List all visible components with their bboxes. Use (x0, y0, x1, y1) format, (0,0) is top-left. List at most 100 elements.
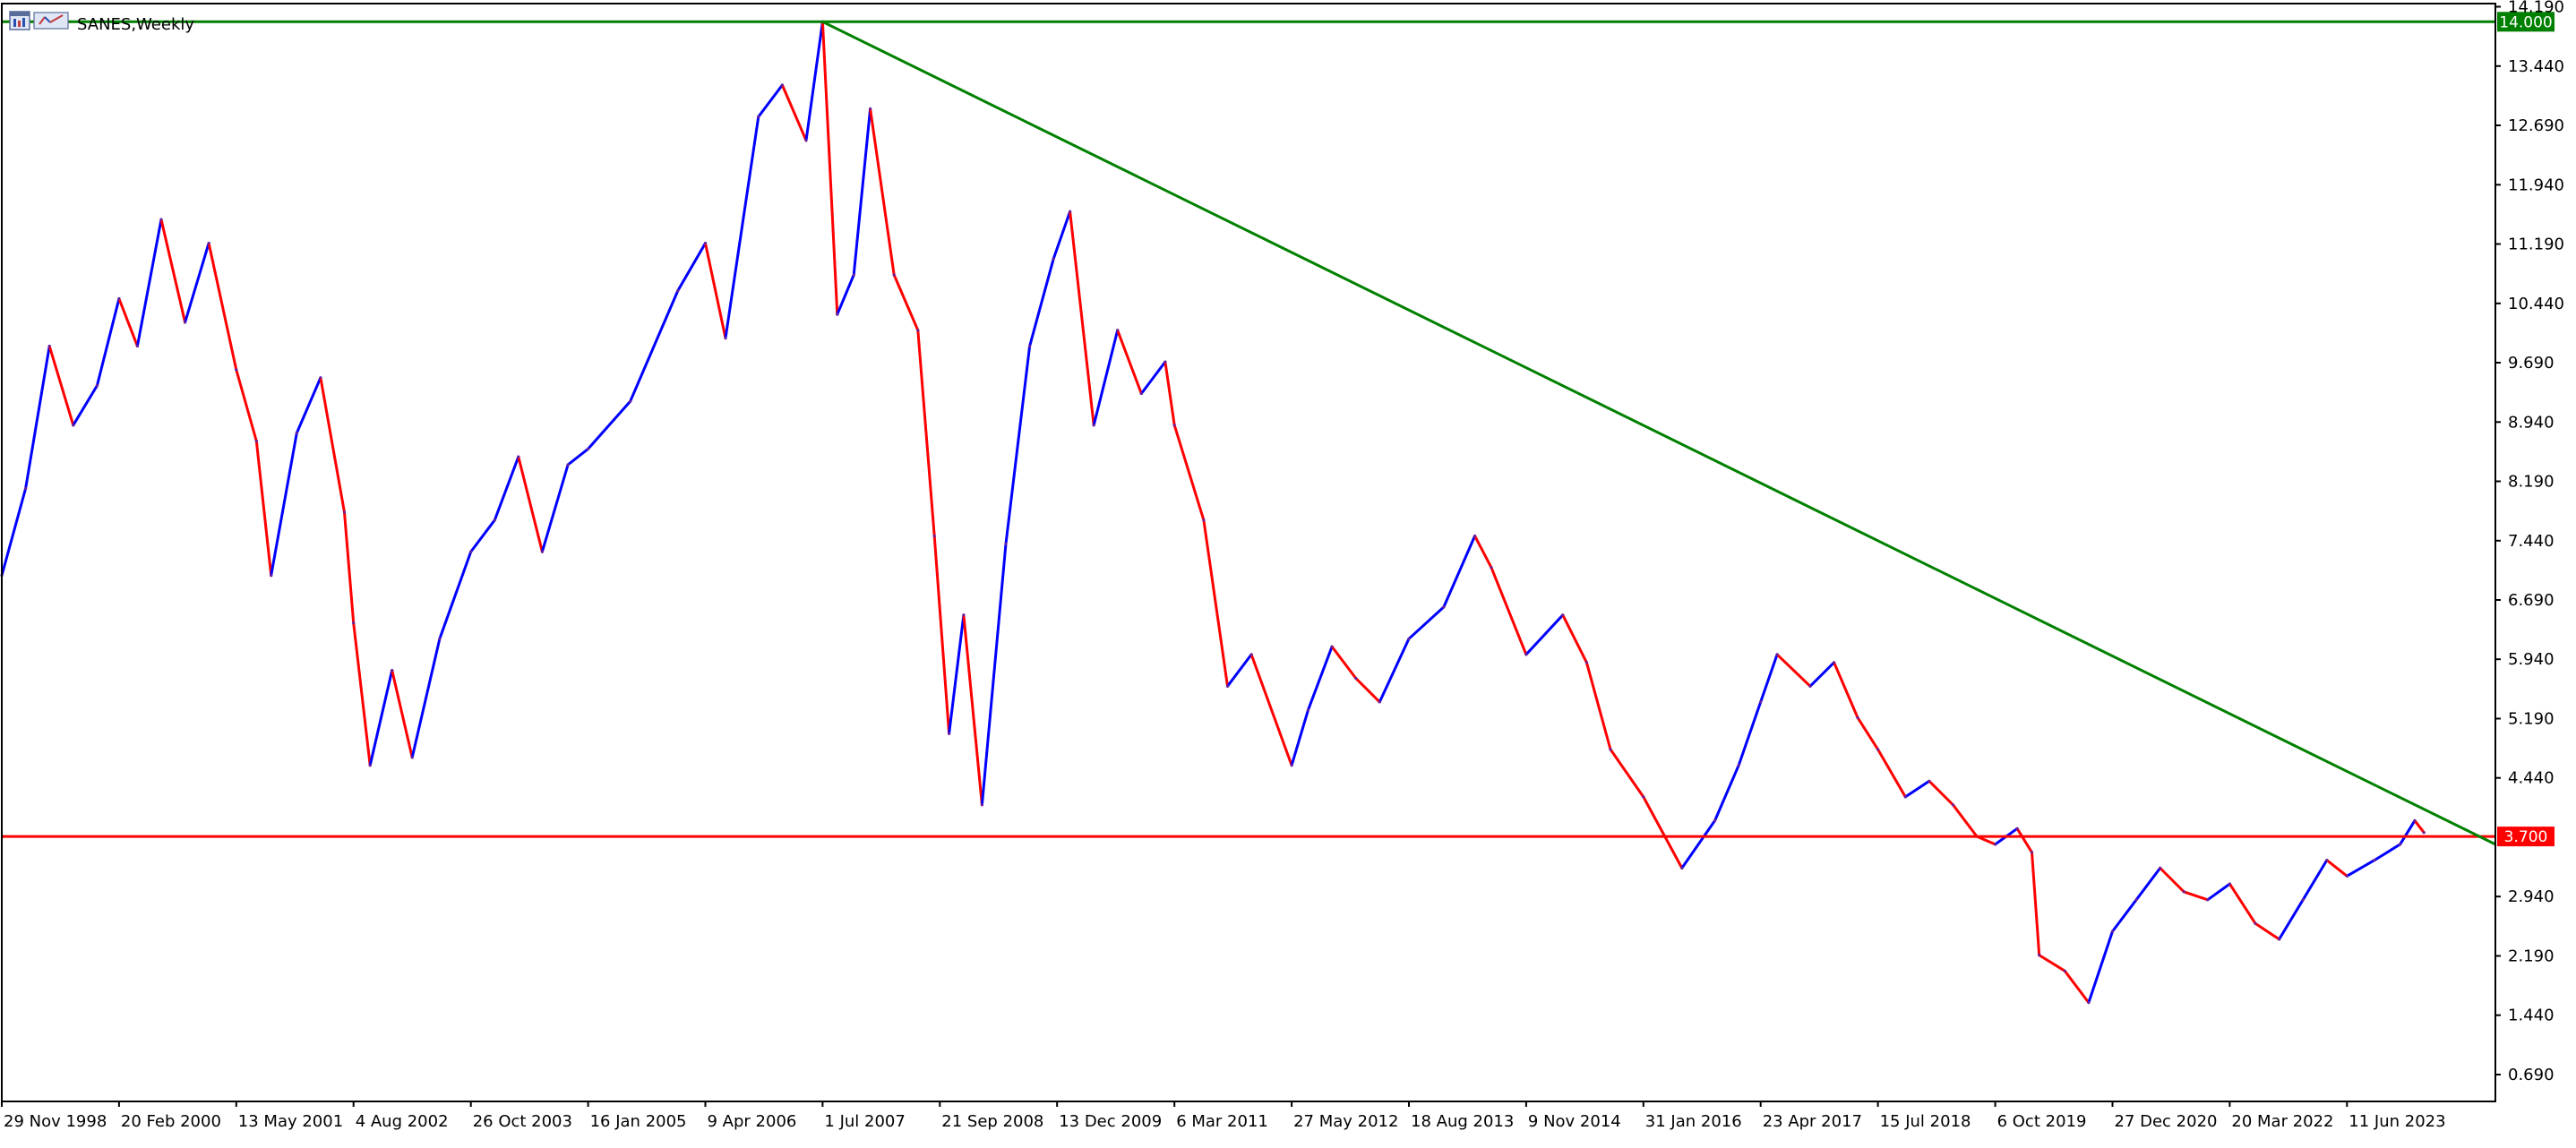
y-tick-label: 14.190 (2508, 0, 2564, 17)
price-point (962, 613, 966, 617)
level-tag-label: 3.700 (2504, 828, 2548, 846)
price-point (1306, 708, 1310, 712)
price-point (1378, 700, 1381, 704)
price-point (2413, 818, 2417, 823)
price-point (1775, 653, 1779, 656)
x-tick-label: 13 Dec 2009 (1059, 1112, 1162, 1131)
price-point (1609, 748, 1612, 751)
price-point (95, 384, 99, 388)
price-point (24, 486, 28, 491)
price-point (2345, 874, 2348, 878)
price-point (493, 518, 496, 522)
x-tick-label: 20 Feb 2000 (121, 1112, 221, 1131)
price-point (540, 550, 545, 553)
price-point (1202, 518, 1206, 522)
y-tick-label: 2.190 (2508, 947, 2555, 966)
x-tick-label: 15 Jul 2018 (1880, 1112, 1971, 1131)
x-tick-label: 21 Sep 2008 (941, 1112, 1043, 1131)
x-tick-label: 20 Mar 2022 (2231, 1112, 2333, 1131)
price-point (1584, 661, 1588, 664)
price-point (948, 732, 951, 735)
price-point (517, 455, 520, 458)
price-point (1473, 534, 1477, 538)
price-point (1069, 210, 1072, 213)
price-point (780, 83, 785, 87)
price-point (1994, 843, 1997, 846)
price-point (117, 296, 121, 301)
price-point (2206, 898, 2210, 902)
price-point (2254, 921, 2257, 925)
x-tick-label: 9 Apr 2006 (708, 1112, 797, 1131)
price-point (1052, 257, 1055, 261)
y-tick-label: 6.690 (2508, 591, 2555, 610)
x-tick-label: 27 Dec 2020 (2115, 1112, 2218, 1131)
y-tick-label: 4.440 (2508, 769, 2555, 788)
price-point (1561, 613, 1565, 617)
price-point (2110, 930, 2115, 933)
x-tick-label: 1 Jul 2007 (824, 1112, 905, 1131)
y-tick-label: 8.190 (2508, 473, 2555, 492)
price-point (2228, 882, 2231, 886)
x-tick-label: 6 Mar 2011 (1176, 1112, 1268, 1131)
price-point (1028, 344, 1032, 348)
x-tick-label: 31 Jan 2016 (1645, 1112, 1742, 1131)
price-point (852, 273, 855, 277)
price-point (2087, 1001, 2091, 1005)
price-point (676, 289, 680, 293)
x-tick-label: 18 Aug 2013 (1411, 1112, 1514, 1131)
y-tick-label: 2.940 (2508, 887, 2555, 906)
price-chart[interactable]: 14.0003.700 14.19013.44012.69011.94011.1… (0, 0, 2576, 1148)
price-point (1490, 566, 1493, 570)
x-tick-label: 6 Oct 2019 (1997, 1112, 2087, 1131)
price-point (1524, 653, 1528, 656)
price-point (1903, 795, 1907, 799)
price-point (47, 344, 51, 348)
x-tick-label: 26 Oct 2003 (473, 1112, 572, 1131)
price-point (1116, 329, 1120, 332)
price-point (1713, 818, 1717, 823)
x-tick-label: 9 Nov 2014 (1528, 1112, 1621, 1131)
price-point (1856, 716, 1859, 720)
y-tick-label: 11.940 (2508, 176, 2564, 194)
chart-title: SANES,Weekly (77, 15, 194, 34)
price-point (566, 463, 570, 467)
price-point (1833, 661, 1836, 664)
price-point (1172, 424, 1176, 427)
chart-window-icon[interactable] (9, 11, 69, 30)
price-point (2325, 859, 2329, 862)
price-point (1407, 637, 1411, 640)
price-point (2399, 843, 2402, 846)
price-point (1642, 795, 1645, 799)
price-point (235, 368, 238, 372)
price-point (1442, 605, 1446, 609)
price-point (2301, 898, 2305, 902)
price-point (1951, 803, 1955, 807)
price-point (184, 321, 187, 324)
price-point (1092, 424, 1095, 427)
price-point (1928, 779, 1931, 783)
price-point (2278, 938, 2281, 941)
x-tick-label: 23 Apr 2017 (1763, 1112, 1862, 1131)
price-point (2422, 831, 2426, 835)
price-point (1759, 700, 1763, 704)
price-point (2182, 890, 2185, 894)
price-point (836, 313, 839, 316)
price-point (1330, 645, 1334, 648)
price-point (2159, 866, 2162, 870)
y-tick-label: 5.940 (2508, 650, 2555, 669)
price-point (2038, 954, 2041, 957)
price-point (2030, 851, 2034, 854)
price-point (2373, 859, 2376, 862)
price-point (1808, 684, 1812, 688)
price-point (1163, 360, 1167, 364)
price-point (916, 329, 920, 332)
price-point (368, 764, 372, 767)
price-point (2015, 827, 2019, 830)
x-tick-label: 27 May 2012 (1293, 1112, 1398, 1131)
price-point (438, 637, 442, 640)
price-point (159, 218, 163, 221)
price-point (1737, 764, 1740, 767)
y-tick-label: 7.440 (2508, 532, 2555, 551)
price-point (352, 621, 356, 625)
price-point (270, 574, 273, 578)
